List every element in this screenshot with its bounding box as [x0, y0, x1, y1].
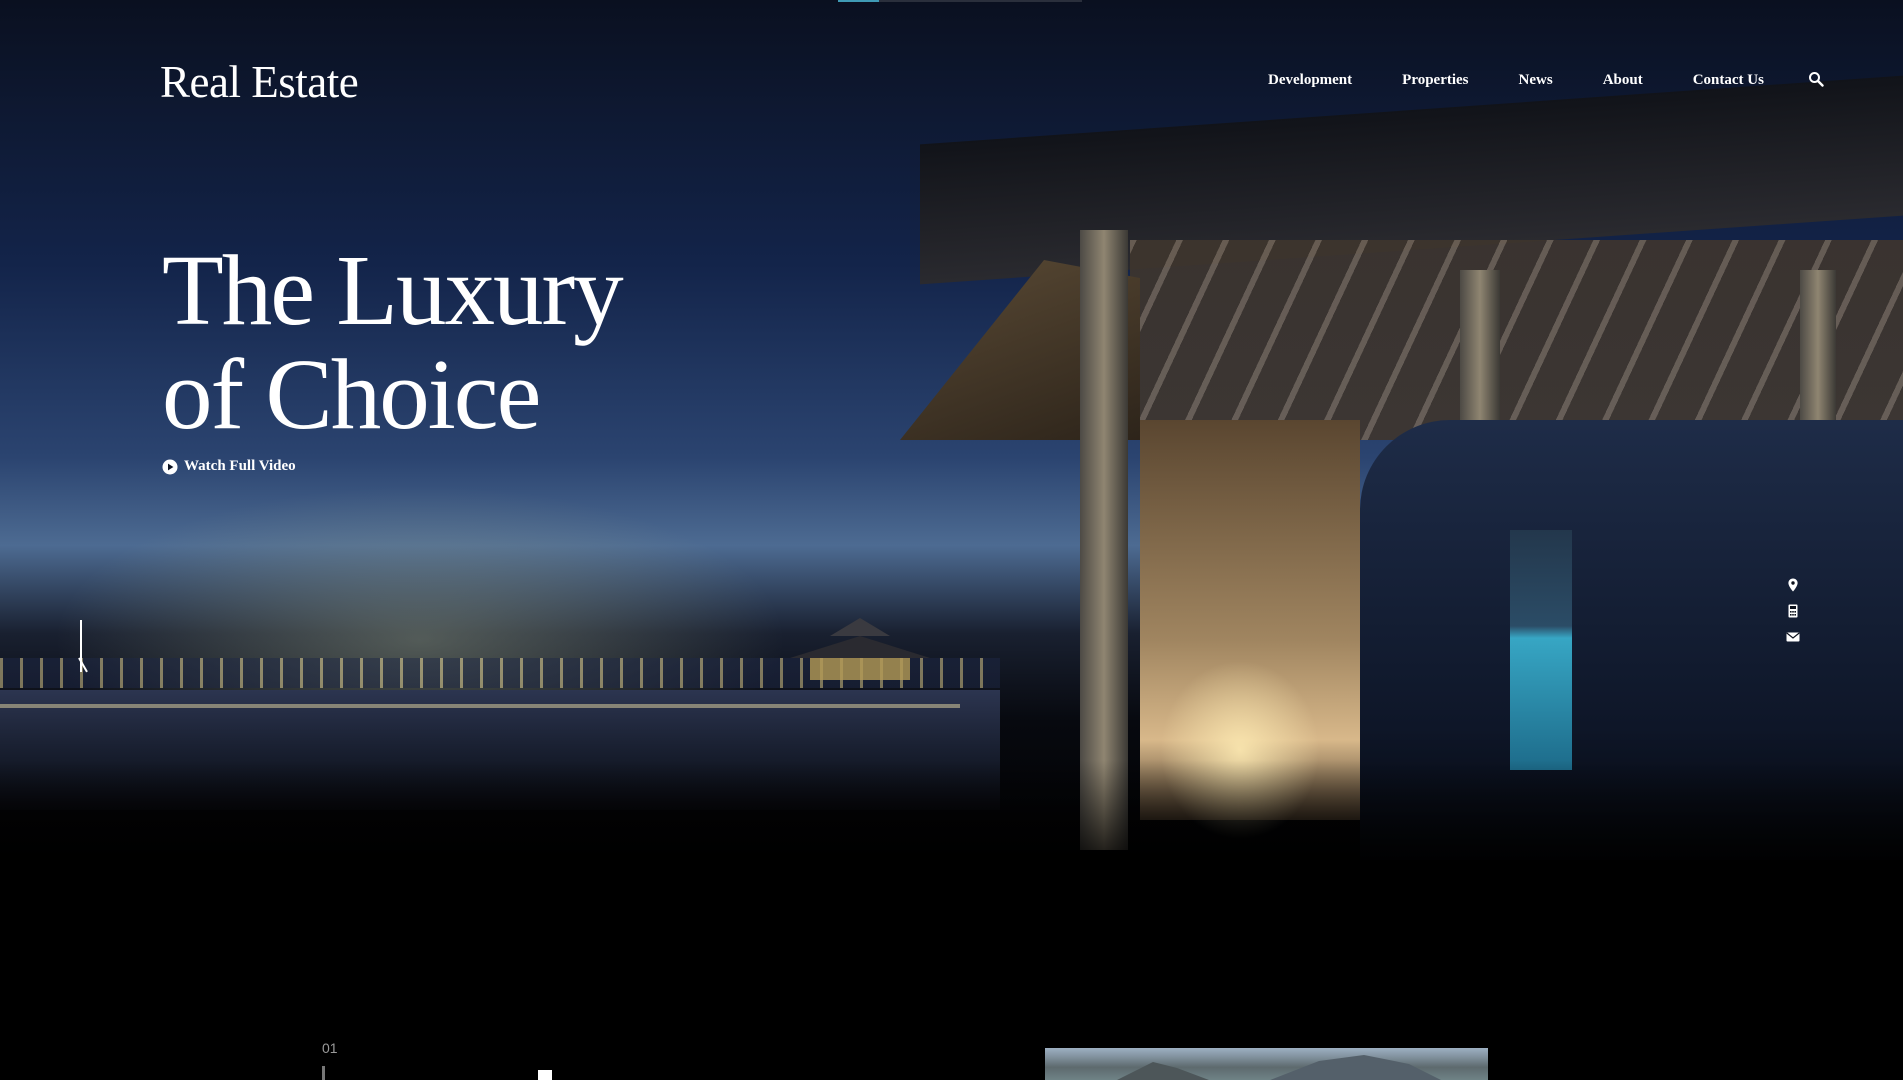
nav-news[interactable]: News: [1519, 72, 1553, 89]
pagoda-cap: [830, 618, 890, 636]
section-divider: [322, 1066, 325, 1080]
calculator-icon[interactable]: [1786, 604, 1800, 618]
hero-title: The Luxury of Choice: [162, 234, 624, 450]
site-logo[interactable]: Real Estate: [160, 56, 359, 108]
section-image: [1045, 1048, 1488, 1080]
nav-properties[interactable]: Properties: [1402, 72, 1468, 89]
side-toolbar: [1786, 578, 1800, 644]
scroll-indicator[interactable]: [80, 620, 82, 672]
section-heading-peek: [538, 1070, 552, 1080]
hero-house-image: [900, 75, 1903, 860]
hero-title-line-1: The Luxury: [162, 234, 624, 346]
hero-fade: [0, 760, 1903, 880]
nav-development[interactable]: Development: [1268, 72, 1352, 89]
watch-video-link[interactable]: Watch Full Video: [162, 458, 296, 475]
play-circle-icon: [162, 459, 178, 474]
search-icon[interactable]: [1808, 71, 1824, 87]
nav-contact-us[interactable]: Contact Us: [1693, 72, 1764, 89]
watch-video-label: Watch Full Video: [184, 458, 296, 474]
house-window: [1510, 530, 1572, 770]
hero-title-line-2: of Choice: [162, 338, 541, 450]
house-ceiling: [1130, 240, 1903, 440]
pier-rail: [0, 704, 960, 708]
house-pillar: [1080, 230, 1128, 850]
main-nav: Development Properties News About Contac…: [1268, 71, 1824, 89]
slider-progress-bar: [838, 0, 1082, 2]
pagoda-base: [810, 658, 910, 680]
location-pin-icon[interactable]: [1786, 578, 1800, 592]
mail-icon[interactable]: [1786, 630, 1800, 644]
nav-about[interactable]: About: [1603, 72, 1643, 89]
section-number: 01: [322, 1040, 338, 1056]
slider-progress-fill: [838, 0, 880, 2]
